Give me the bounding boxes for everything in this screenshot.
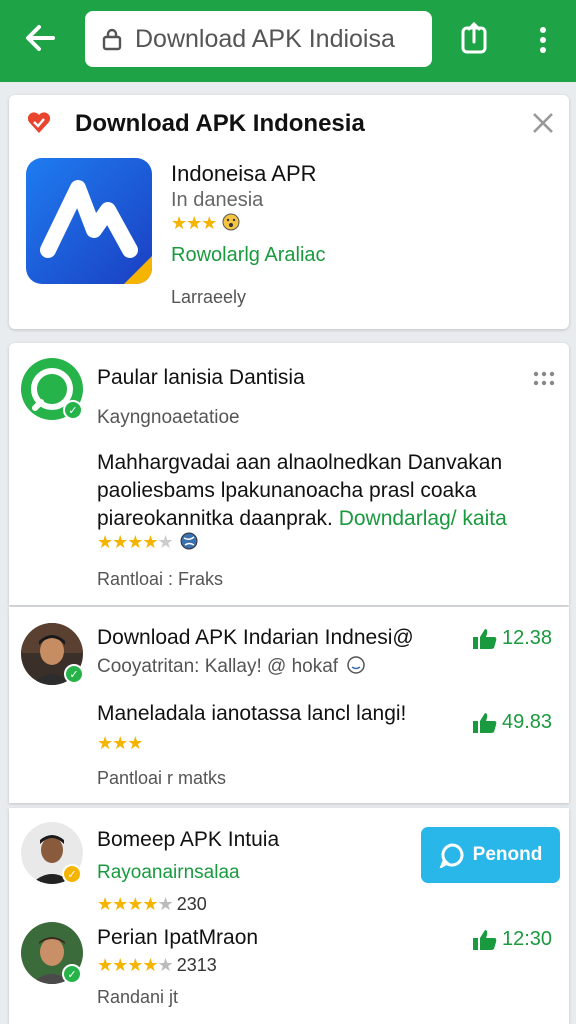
app-developer: In danesia xyxy=(171,189,264,211)
post-body-line: paoliesbams lpakunanoacha prasl coaka xyxy=(97,479,477,502)
banner-footer-text: Larraeely xyxy=(171,287,247,307)
close-icon xyxy=(533,113,553,133)
comment-title[interactable]: Bomeep APK Intuia xyxy=(97,828,279,852)
verified-badge-icon: ✓ xyxy=(62,964,82,984)
comment-title[interactable]: Perian IpatMraon xyxy=(97,926,258,950)
like-count[interactable]: 49.83 xyxy=(472,711,552,734)
share-button[interactable] xyxy=(456,18,492,58)
like-count[interactable]: 12:30 xyxy=(472,928,552,951)
comment-rating-stars: ★★★★★ 230 xyxy=(97,894,207,914)
comment-subtitle: Rayoanairnsalaa xyxy=(97,862,240,883)
comment-subtitle: Cooyatritan: Kallay! @ hokaf xyxy=(97,656,366,678)
chat-bubble-icon xyxy=(439,843,464,868)
respond-button[interactable]: Penond xyxy=(421,827,560,883)
comment-body: Maneladala ianotassa lancl langi! xyxy=(97,702,407,725)
banner-title: Download APK Indonesia xyxy=(75,110,365,137)
top-app-bar: Download APK Indioisa xyxy=(0,0,576,82)
post-body-line: Mahhargvadai aan alnaolnedkan Danvakan xyxy=(97,451,503,474)
post-body-line: piareokannitka daanprak. Downdarlag/ kai… xyxy=(97,507,507,530)
app-icon[interactable] xyxy=(26,158,152,284)
overflow-menu-button[interactable] xyxy=(528,20,558,60)
verified-badge-icon: ✓ xyxy=(62,864,82,884)
app-rating-stars: ★★★ xyxy=(171,213,240,234)
url-text: Download APK Indioisa xyxy=(135,24,395,53)
thumbs-up-icon xyxy=(473,628,497,649)
comment-footer-text: Randani jt xyxy=(97,987,179,1007)
back-button[interactable] xyxy=(18,18,62,58)
app-download-link[interactable]: Rowolarlg Araliac xyxy=(171,244,326,267)
verified-badge-icon: ✓ xyxy=(63,400,83,420)
comment-rating-stars: ★★★★★ 2313 xyxy=(97,955,217,975)
more-horizontal-icon[interactable] xyxy=(532,369,556,389)
emoji-icon xyxy=(347,656,366,674)
verified-badge-icon: ✓ xyxy=(64,664,84,684)
emoji-icon xyxy=(222,213,240,231)
post-footer-text: Rantloai : Fraks xyxy=(97,569,224,589)
post-title[interactable]: Paular lanisia Dantisia xyxy=(97,366,305,390)
comment-footer-text: Pantloai r matks xyxy=(97,768,227,788)
thumbs-up-icon xyxy=(473,929,497,950)
more-vertical-icon xyxy=(540,27,546,53)
like-count[interactable]: 12.38 xyxy=(472,627,552,650)
lock-icon xyxy=(102,28,122,51)
back-arrow-icon xyxy=(26,25,55,51)
post-rating-stars: ★★★★★ xyxy=(97,532,198,553)
globe-icon xyxy=(180,532,198,550)
close-button[interactable] xyxy=(528,108,558,138)
comment-rating-stars: ★★★ xyxy=(97,733,143,753)
heart-icon xyxy=(27,112,51,133)
url-bar[interactable]: Download APK Indioisa xyxy=(85,11,432,67)
comment-title[interactable]: Download APK Indarian Indnesi@ xyxy=(97,626,414,650)
post-download-link[interactable]: Downdarlag/ kaita xyxy=(339,507,507,530)
share-icon xyxy=(461,22,487,54)
post-subtitle: Kayngnoaetatioe xyxy=(97,407,240,428)
post-body: Mahhargvadai aan alnaolnedkan Danvakan p… xyxy=(97,449,537,533)
thumbs-up-icon xyxy=(473,712,497,733)
app-name: Indoneisa APR xyxy=(171,161,317,186)
